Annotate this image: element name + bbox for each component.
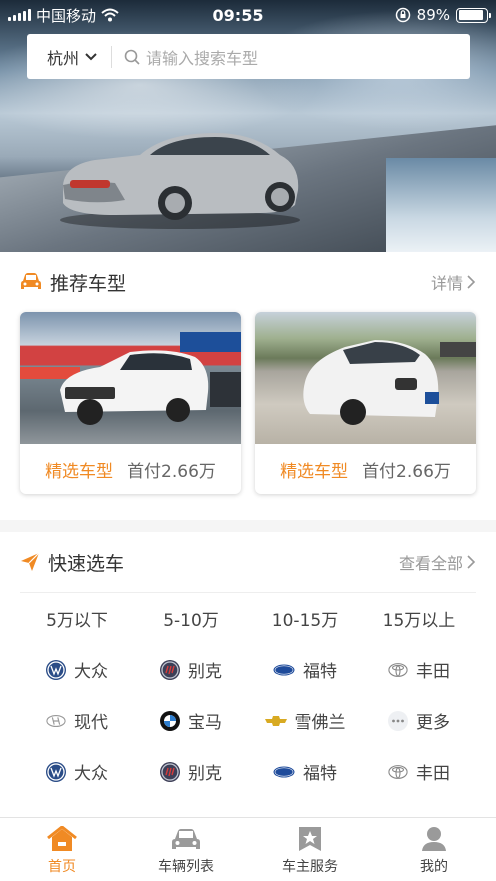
brand-name: 福特 xyxy=(303,764,337,784)
recommended-header: 推荐车型 详情 xyxy=(0,252,496,312)
chevrolet-logo-icon xyxy=(264,711,287,731)
tab-car-list[interactable]: 车辆列表 xyxy=(124,818,248,881)
brand-name: 别克 xyxy=(188,764,222,784)
city-label: 杭州 xyxy=(47,48,80,68)
car-front-icon xyxy=(21,273,41,289)
buick-logo-icon xyxy=(160,761,180,782)
chevron-right-icon xyxy=(467,555,476,569)
brand-name: 雪佛兰 xyxy=(294,713,346,733)
star-badge-icon xyxy=(299,827,321,851)
brand-name: 丰田 xyxy=(416,662,450,682)
brand-option[interactable]: 别克 xyxy=(134,759,248,784)
chevron-down-icon xyxy=(85,52,97,60)
tab-mine[interactable]: 我的 xyxy=(372,818,496,881)
hyundai-logo-icon xyxy=(46,711,66,731)
recommended-details-link[interactable]: 详情 xyxy=(431,270,476,294)
brand-option[interactable]: 大众 xyxy=(20,657,134,682)
brand-option[interactable]: 福特 xyxy=(248,657,362,682)
brand-option[interactable]: 福特 xyxy=(248,759,362,784)
brand-name: 更多 xyxy=(416,713,450,733)
price-range-option[interactable]: 10-15万 xyxy=(248,606,362,631)
battery-icon xyxy=(456,7,491,23)
wifi-icon xyxy=(101,8,119,22)
card-price: 首付2.66万 xyxy=(362,461,451,482)
more-dots-icon xyxy=(388,710,408,731)
brand-name: 宝马 xyxy=(188,713,222,733)
brand-name: 别克 xyxy=(188,662,222,682)
user-icon xyxy=(422,827,446,851)
brand-option[interactable]: 现代 xyxy=(20,708,134,733)
price-range-row: 5万以下 5-10万 10-15万 15万以上 xyxy=(20,593,476,644)
toyota-logo-icon xyxy=(388,660,408,680)
quick-select-title: 快速选车 xyxy=(48,552,125,575)
battery-percent: 89% xyxy=(416,6,450,24)
ford-logo-icon xyxy=(273,762,295,782)
chevron-right-icon xyxy=(467,275,476,289)
brand-option[interactable]: 雪佛兰 xyxy=(248,708,362,733)
status-time: 09:55 xyxy=(212,5,264,25)
brand-name: 现代 xyxy=(74,713,108,733)
app-page: 中国移动 09:55 89% 杭州 请输入搜索车型 推荐车型 详情 精选车型 首… xyxy=(0,0,496,881)
brand-option[interactable]: 丰田 xyxy=(362,759,476,784)
search-icon xyxy=(124,49,140,65)
car-photo xyxy=(20,312,241,444)
tab-label: 车辆列表 xyxy=(158,859,214,875)
tab-owner-service[interactable]: 车主服务 xyxy=(248,818,372,881)
card-price: 首付2.66万 xyxy=(127,461,216,482)
recommended-car-card[interactable]: 精选车型 首付2.66万 xyxy=(20,312,241,494)
price-range-option[interactable]: 5万以下 xyxy=(20,606,134,631)
brand-row: 大众 别克 福特 丰田 xyxy=(20,746,476,797)
home-icon xyxy=(47,826,77,851)
brand-option[interactable]: 丰田 xyxy=(362,657,476,682)
bmw-logo-icon xyxy=(160,710,180,731)
banner-car-image xyxy=(60,133,300,229)
carrier-label: 中国移动 xyxy=(36,6,97,25)
brand-name: 大众 xyxy=(74,662,108,682)
recommended-title: 推荐车型 xyxy=(50,272,127,295)
brand-row: 大众 别克 福特 丰田 xyxy=(20,644,476,695)
tab-label: 首页 xyxy=(48,859,76,875)
view-all-label: 查看全部 xyxy=(398,554,463,573)
brand-name: 丰田 xyxy=(416,764,450,784)
toyota-logo-icon xyxy=(388,762,408,782)
details-label: 详情 xyxy=(430,274,463,293)
rotation-lock-icon xyxy=(395,7,410,23)
car-photo xyxy=(255,312,476,444)
brand-option[interactable]: 大众 xyxy=(20,759,134,784)
card-tag: 精选车型 xyxy=(280,461,349,482)
recommended-section: 推荐车型 详情 精选车型 首付2.66万 精选车型 首付2.66万 xyxy=(0,252,496,520)
signal-icon xyxy=(8,9,31,21)
brand-option[interactable]: 宝马 xyxy=(134,708,248,733)
tab-label: 车主服务 xyxy=(282,859,338,875)
search-bar: 杭州 请输入搜索车型 xyxy=(27,34,470,79)
recommended-car-card[interactable]: 精选车型 首付2.66万 xyxy=(255,312,476,494)
brand-option[interactable]: 别克 xyxy=(134,657,248,682)
brand-option[interactable]: 更多 xyxy=(362,708,476,733)
vw-logo-icon xyxy=(46,659,66,680)
vw-logo-icon xyxy=(46,761,66,782)
price-range-option[interactable]: 15万以上 xyxy=(362,606,476,631)
card-tag: 精选车型 xyxy=(45,461,114,482)
buick-logo-icon xyxy=(160,659,180,680)
view-all-link[interactable]: 查看全部 xyxy=(399,550,476,574)
brand-name: 福特 xyxy=(303,662,337,682)
paper-plane-icon xyxy=(21,552,40,571)
price-range-option[interactable]: 5-10万 xyxy=(134,606,248,631)
quick-select-section: 快速选车 查看全部 5万以下 5-10万 10-15万 15万以上 大众 别克 … xyxy=(0,532,496,817)
car-icon xyxy=(172,829,200,849)
brand-name: 大众 xyxy=(74,764,108,784)
tab-label: 我的 xyxy=(420,859,448,875)
search-placeholder: 请输入搜索车型 xyxy=(146,48,259,68)
quick-select-header: 快速选车 查看全部 xyxy=(0,532,496,592)
brand-row: 现代 宝马 雪佛兰 更多 xyxy=(20,695,476,746)
quick-select-grid: 5万以下 5-10万 10-15万 15万以上 大众 别克 福特 丰田 现代 宝… xyxy=(0,593,496,797)
search-input[interactable]: 请输入搜索车型 xyxy=(112,45,258,69)
city-selector[interactable]: 杭州 xyxy=(27,45,111,69)
tab-home[interactable]: 首页 xyxy=(0,818,124,881)
status-bar: 中国移动 09:55 89% xyxy=(0,0,496,30)
bottom-tab-bar: 首页 车辆列表 车主服务 我的 xyxy=(0,817,496,881)
ford-logo-icon xyxy=(273,660,295,680)
